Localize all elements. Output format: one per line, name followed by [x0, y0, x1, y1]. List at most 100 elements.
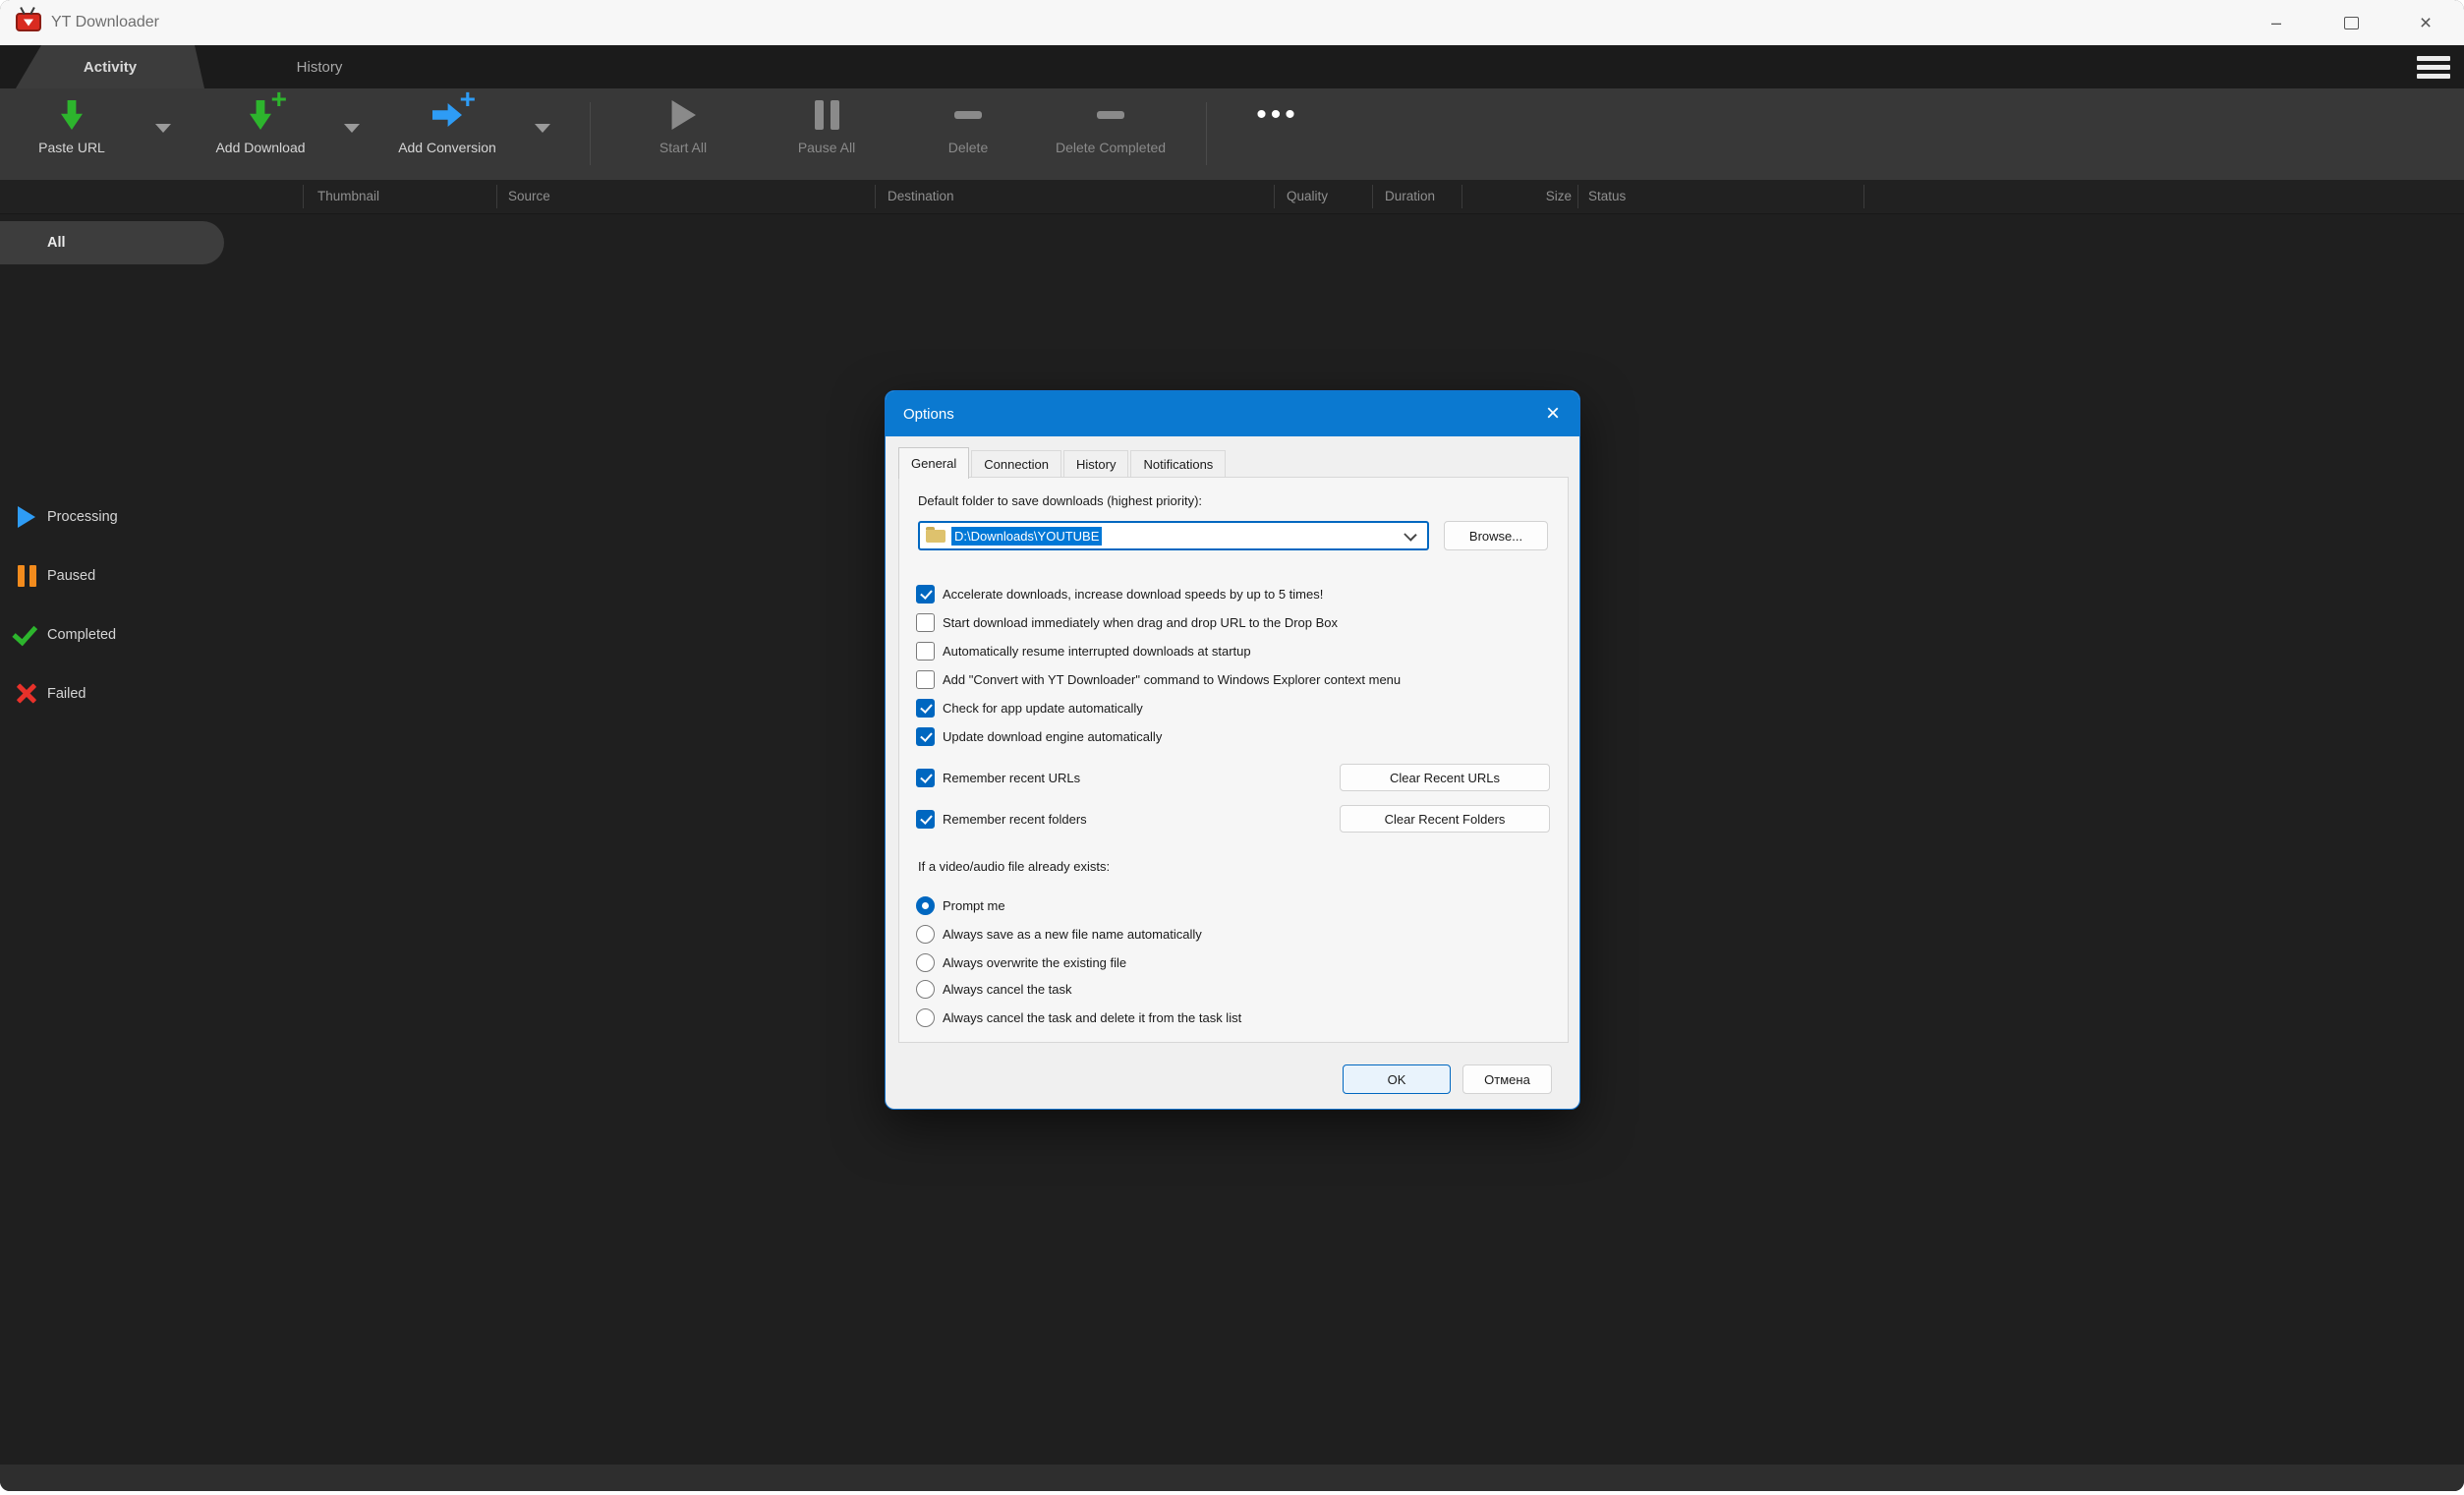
radio-prompt-me[interactable]: Prompt me: [916, 894, 1005, 916]
dialog-tab-connection[interactable]: Connection: [971, 450, 1061, 479]
paste-url-dropdown-icon[interactable]: [155, 124, 171, 133]
status-bar: [0, 1465, 2464, 1491]
column-thumbnail[interactable]: Thumbnail: [317, 180, 379, 213]
checkbox-check-app-update[interactable]: Check for app update automatically: [916, 697, 1143, 719]
clear-recent-folders-button[interactable]: Clear Recent Folders: [1340, 805, 1550, 833]
checkbox-icon[interactable]: [916, 642, 935, 661]
failed-x-icon: [14, 683, 39, 705]
sidebar-item-processing[interactable]: Processing: [0, 497, 224, 537]
toolbar-separator: [590, 102, 591, 165]
pause-all-button[interactable]: Pause All: [763, 94, 890, 175]
more-button[interactable]: •••: [1219, 94, 1337, 175]
column-separator: [1577, 185, 1578, 208]
column-separator: [1461, 185, 1462, 208]
add-download-button[interactable]: + Add Download: [197, 94, 324, 175]
add-conversion-dropdown-icon[interactable]: [535, 124, 550, 133]
column-status[interactable]: Status: [1588, 180, 1626, 213]
checkbox-icon[interactable]: [916, 613, 935, 632]
column-destination[interactable]: Destination: [888, 180, 954, 213]
paste-url-label: Paste URL: [38, 140, 105, 155]
column-quality[interactable]: Quality: [1287, 180, 1328, 213]
add-conversion-button[interactable]: + Add Conversion: [383, 94, 511, 175]
column-separator: [303, 185, 304, 208]
radio-icon[interactable]: [916, 953, 935, 972]
radio-save-new-name[interactable]: Always save as a new file name automatic…: [916, 923, 1202, 945]
radio-icon[interactable]: [916, 896, 935, 915]
radio-cancel-and-delete[interactable]: Always cancel the task and delete it fro…: [916, 1006, 1241, 1028]
checkbox-icon[interactable]: [916, 670, 935, 689]
minimize-icon: –: [2271, 13, 2281, 33]
checkbox-accelerate-downloads[interactable]: Accelerate downloads, increase download …: [916, 583, 1323, 604]
paste-url-button[interactable]: Paste URL: [8, 94, 136, 175]
checkbox-icon[interactable]: [916, 699, 935, 718]
checkbox-remember-urls[interactable]: Remember recent URLs: [916, 767, 1080, 788]
checkbox-explorer-context-menu[interactable]: Add "Convert with YT Downloader" command…: [916, 668, 1401, 690]
sidebar-item-all[interactable]: All: [0, 221, 224, 264]
sidebar-item-paused[interactable]: Paused: [0, 556, 224, 596]
radio-overwrite[interactable]: Always overwrite the existing file: [916, 951, 1126, 973]
maximize-icon: [2344, 17, 2359, 29]
app-window: YT Downloader – × Activity History Paste…: [0, 0, 2464, 1491]
minimize-button[interactable]: –: [2262, 8, 2291, 37]
column-source[interactable]: Source: [508, 180, 550, 213]
cancel-button[interactable]: Отмена: [1462, 1064, 1552, 1094]
tab-activity[interactable]: Activity: [16, 45, 204, 88]
dialog-tab-notifications[interactable]: Notifications: [1130, 450, 1226, 479]
checkbox-label: Update download engine automatically: [943, 729, 1162, 744]
dialog-close-button[interactable]: ×: [1538, 399, 1568, 429]
checkbox-start-on-drop[interactable]: Start download immediately when drag and…: [916, 611, 1338, 633]
column-duration[interactable]: Duration: [1385, 180, 1435, 213]
sidebar-item-label: Paused: [47, 568, 95, 584]
checkbox-icon[interactable]: [916, 727, 935, 746]
browse-button[interactable]: Browse...: [1444, 521, 1548, 550]
dialog-tab-general[interactable]: General: [898, 447, 969, 479]
delete-completed-button[interactable]: Delete Completed: [1027, 94, 1194, 175]
checkbox-icon[interactable]: [916, 585, 935, 604]
sidebar-item-label: Completed: [47, 627, 116, 643]
delete-button[interactable]: Delete: [904, 94, 1032, 175]
radio-cancel-task[interactable]: Always cancel the task: [916, 978, 1072, 1000]
column-separator: [1274, 185, 1275, 208]
clear-recent-urls-button[interactable]: Clear Recent URLs: [1340, 764, 1550, 791]
default-folder-value: D:\Downloads\YOUTUBE: [951, 527, 1102, 546]
checkbox-icon[interactable]: [916, 810, 935, 829]
sidebar-item-completed[interactable]: Completed: [0, 615, 224, 655]
checkbox-label: Check for app update automatically: [943, 701, 1143, 716]
toolbar: Paste URL + Add Download + Add Conversio…: [0, 88, 2464, 180]
close-button[interactable]: ×: [2411, 8, 2440, 37]
sidebar-item-label: All: [47, 235, 66, 251]
checkbox-icon[interactable]: [916, 769, 935, 787]
play-icon: [670, 100, 696, 130]
app-title: YT Downloader: [51, 0, 159, 45]
checkbox-remember-folders[interactable]: Remember recent folders: [916, 808, 1087, 830]
hamburger-icon: [2417, 56, 2450, 61]
dialog-tab-history[interactable]: History: [1063, 450, 1128, 479]
maximize-button[interactable]: [2336, 8, 2366, 37]
tab-history[interactable]: History: [206, 45, 432, 88]
pause-all-label: Pause All: [798, 140, 855, 155]
radio-icon[interactable]: [916, 980, 935, 999]
tv-arrow-icon: [24, 19, 33, 26]
checkbox-update-engine[interactable]: Update download engine automatically: [916, 725, 1162, 747]
paused-pause-icon: [14, 565, 39, 587]
start-all-button[interactable]: Start All: [619, 94, 747, 175]
sidebar-item-failed[interactable]: Failed: [0, 674, 224, 714]
add-download-label: Add Download: [215, 140, 305, 155]
dialog-tabs: General Connection History Notifications: [898, 447, 1228, 479]
add-download-dropdown-icon[interactable]: [344, 124, 360, 133]
folder-icon: [926, 530, 945, 543]
radio-label: Prompt me: [943, 898, 1005, 913]
menu-button[interactable]: [2417, 53, 2450, 81]
close-icon: ×: [1546, 402, 1560, 426]
ok-button[interactable]: OK: [1343, 1064, 1451, 1094]
column-separator: [1372, 185, 1373, 208]
default-folder-combobox[interactable]: D:\Downloads\YOUTUBE: [918, 521, 1429, 550]
column-size[interactable]: Size: [1474, 180, 1572, 213]
checkbox-label: Automatically resume interrupted downloa…: [943, 644, 1251, 659]
chevron-down-icon[interactable]: [1404, 528, 1416, 541]
download-arrow-icon: [250, 100, 271, 130]
radio-icon[interactable]: [916, 1008, 935, 1027]
radio-icon[interactable]: [916, 925, 935, 944]
checkbox-resume-at-startup[interactable]: Automatically resume interrupted downloa…: [916, 640, 1251, 661]
main-tabstrip: Activity History: [0, 45, 2464, 88]
